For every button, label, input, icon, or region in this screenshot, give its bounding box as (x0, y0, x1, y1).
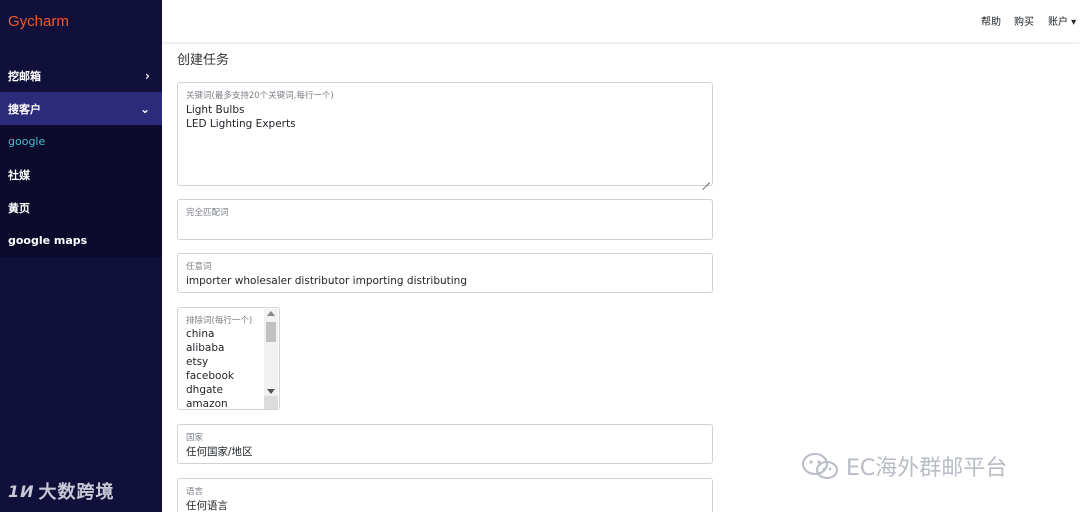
sidebar-item-social[interactable]: 社媒 (0, 158, 162, 191)
country-select[interactable]: 国家 任何国家/地区 (177, 424, 713, 464)
exclude-item: china (186, 328, 215, 340)
help-link[interactable]: 帮助 (981, 13, 1001, 28)
account-menu[interactable]: 账户 ▾ (1048, 13, 1076, 28)
sidebar: Gycharm 挖邮箱 › 搜客户 ⌄ google 社媒 黄页 google … (0, 0, 162, 512)
wechat-icon (802, 453, 838, 479)
sidebar-item-label: google (8, 135, 46, 148)
sidebar-item-yellow-pages[interactable]: 黄页 (0, 191, 162, 224)
sidebar-item-search-customers[interactable]: 搜客户 ⌄ (0, 92, 162, 125)
sidebar-item-google[interactable]: google (0, 125, 162, 158)
sidebar-item-label: 社媒 (8, 168, 30, 182)
exclude-item: etsy (186, 356, 209, 368)
sidebar-item-label: 黄页 (8, 201, 30, 215)
buy-link[interactable]: 购买 (1014, 13, 1034, 28)
exclude-words-textarea[interactable]: 排除词(每行一个) china alibaba etsy facebook dh… (177, 307, 280, 410)
sidebar-watermark: 1Ͷ 大数跨境 (8, 478, 115, 504)
brand-logo[interactable]: Gycharm (8, 13, 69, 30)
watermark-text: 大数跨境 (38, 482, 115, 503)
any-word-label: 任意词 (186, 262, 212, 272)
sidebar-item-label: 搜客户 (8, 102, 41, 116)
scroll-thumb[interactable] (266, 322, 276, 342)
resize-grip-icon[interactable] (264, 396, 278, 409)
sidebar-item-google-maps[interactable]: google maps (0, 224, 162, 257)
keywords-textarea[interactable]: 关键词(最多支持20个关键词,每行一个) Light Bulbs LED Lig… (177, 82, 713, 186)
country-label: 国家 (186, 433, 204, 443)
language-select[interactable]: 语言 任何语言 (177, 478, 713, 512)
sidebar-item-mine-email[interactable]: 挖邮箱 › (0, 59, 162, 92)
exact-match-label: 完全匹配词 (186, 208, 229, 218)
wechat-watermark: EC海外群邮平台 (800, 450, 1007, 482)
exact-match-field[interactable]: 完全匹配词 (177, 199, 713, 240)
exclude-item: amazon (186, 398, 228, 410)
page-title: 创建任务 (177, 53, 230, 68)
sidebar-item-label: 挖邮箱 (8, 69, 41, 83)
keywords-label: 关键词(最多支持20个关键词,每行一个) (186, 91, 334, 101)
exclude-words-label: 排除词(每行一个) (186, 316, 253, 326)
top-bar: 帮助 购买 账户 ▾ (162, 0, 1080, 42)
exclude-item: dhgate (186, 384, 223, 396)
chevron-right-icon: › (145, 68, 150, 83)
language-value: 任何语言 (186, 500, 228, 512)
exclude-item: alibaba (186, 342, 225, 354)
any-word-value: importer wholesaler distributor importin… (186, 275, 468, 287)
scrollbar[interactable] (264, 309, 278, 409)
exclude-item: facebook (186, 370, 234, 382)
any-word-field[interactable]: 任意词 importer wholesaler distributor impo… (177, 253, 713, 293)
wechat-watermark-text: EC海外群邮平台 (846, 456, 1008, 481)
watermark-logo: 1Ͷ (8, 481, 35, 501)
chevron-down-icon: ⌄ (139, 101, 150, 116)
keywords-value: Light Bulbs LED Lighting Experts (186, 104, 296, 130)
country-value: 任何国家/地区 (186, 446, 253, 458)
language-label: 语言 (186, 487, 204, 497)
sidebar-item-label: google maps (8, 234, 88, 247)
scroll-down-icon[interactable] (267, 389, 275, 394)
scroll-up-icon[interactable] (267, 311, 275, 316)
resize-grip-icon[interactable] (702, 175, 710, 183)
